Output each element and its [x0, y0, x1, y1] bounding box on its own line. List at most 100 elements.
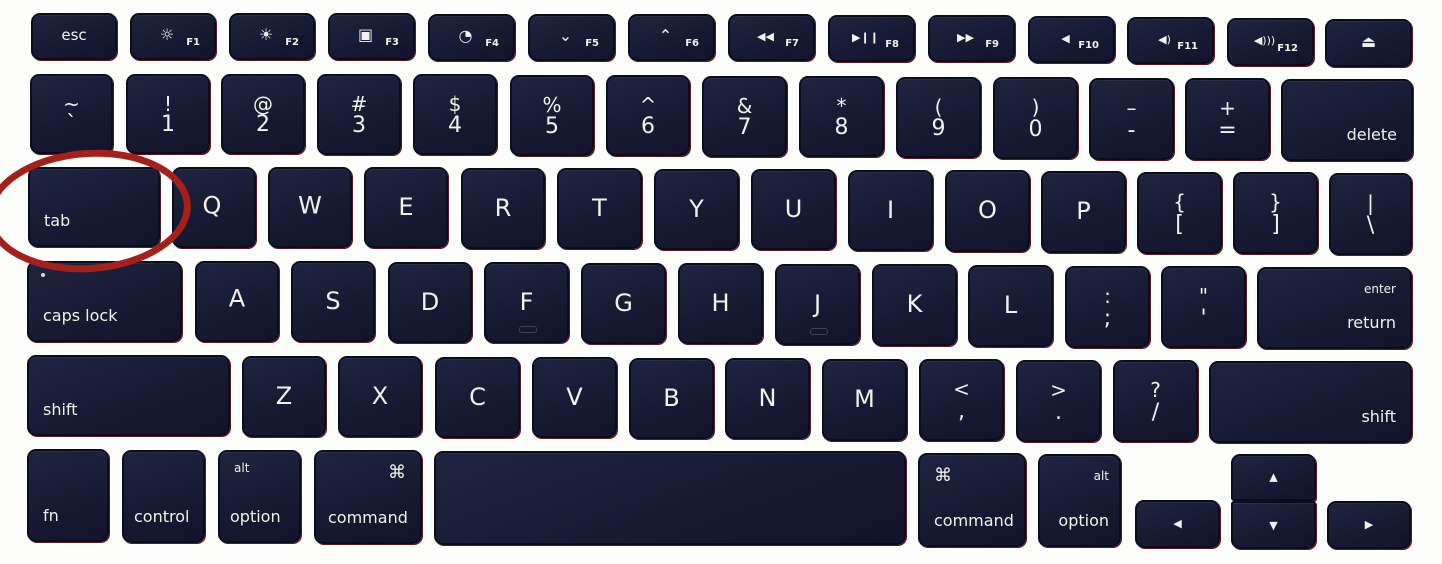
key-y[interactable]: Y: [654, 169, 739, 250]
key-n[interactable]: N: [725, 358, 810, 439]
key-g[interactable]: G: [581, 263, 666, 344]
key-quote[interactable]: " ': [1161, 266, 1246, 348]
key-t[interactable]: T: [557, 168, 642, 249]
key-left-bracket[interactable]: { [: [1137, 172, 1222, 254]
key-v[interactable]: V: [532, 357, 617, 438]
key-1[interactable]: ! 1: [126, 74, 210, 154]
key-option-left[interactable]: alt option: [218, 450, 301, 543]
key-b[interactable]: B: [629, 358, 714, 439]
key-fn-label: F6: [685, 38, 699, 49]
key-shift-label: !: [163, 92, 173, 116]
key-label: 6: [641, 114, 655, 139]
key-f6[interactable]: ⌃ F6: [628, 14, 715, 61]
key-minus[interactable]: – -: [1089, 78, 1174, 160]
key-r[interactable]: R: [461, 168, 545, 249]
key-a[interactable]: A: [195, 261, 279, 342]
key-9[interactable]: ( 9: [896, 77, 981, 158]
key-x[interactable]: X: [338, 356, 422, 437]
key-backslash[interactable]: | \: [1329, 173, 1412, 255]
key-f12[interactable]: ◀))) F12: [1227, 18, 1314, 66]
key-return[interactable]: enter return: [1257, 267, 1412, 349]
key-e[interactable]: E: [364, 167, 448, 248]
key-fn-label: F2: [285, 37, 299, 48]
key-equals[interactable]: + =: [1185, 78, 1270, 160]
key-option-right[interactable]: alt option: [1038, 454, 1121, 547]
key-space[interactable]: [434, 451, 906, 545]
key-shift-label: $: [448, 92, 462, 116]
key-label: S: [325, 286, 341, 315]
key-f[interactable]: F: [484, 262, 569, 343]
key-j[interactable]: J: [775, 264, 860, 345]
key-k[interactable]: K: [872, 264, 957, 346]
key-fn-label: F7: [785, 38, 799, 49]
key-c[interactable]: C: [435, 357, 520, 438]
key-alt-label: enter: [1363, 282, 1396, 296]
key-shift-left[interactable]: shift: [27, 355, 230, 436]
key-w[interactable]: W: [268, 167, 352, 248]
key-arrow-left[interactable]: ◀: [1135, 500, 1220, 548]
key-period[interactable]: > .: [1016, 360, 1101, 442]
key-p[interactable]: P: [1041, 171, 1126, 253]
key-control[interactable]: control: [122, 450, 205, 543]
key-s[interactable]: S: [291, 261, 375, 342]
key-0[interactable]: ) 0: [993, 77, 1078, 159]
key-f8[interactable]: ▶❙❙ F8: [828, 15, 915, 62]
key-arrow-up[interactable]: ▲: [1231, 454, 1316, 501]
key-f11[interactable]: ◀) F11: [1127, 17, 1214, 64]
key-esc[interactable]: esc: [31, 13, 117, 60]
key-7[interactable]: & 7: [702, 76, 787, 157]
key-fn-label: F10: [1078, 40, 1099, 51]
key-command-left[interactable]: ⌘ command: [314, 450, 422, 544]
key-fn[interactable]: fn: [27, 449, 109, 542]
key-f4[interactable]: ◔ F4: [428, 14, 515, 61]
key-f1[interactable]: ☼ F1: [130, 13, 216, 60]
key-right-bracket[interactable]: } ]: [1233, 172, 1318, 254]
key-shift-label: #: [350, 92, 368, 116]
key-tab[interactable]: tab: [28, 167, 160, 247]
key-5[interactable]: % 5: [510, 75, 594, 156]
key-f3[interactable]: ▣ F3: [328, 13, 415, 60]
key-shift-label: %: [542, 93, 562, 117]
key-f5[interactable]: ⌄ F5: [528, 14, 615, 61]
key-h[interactable]: H: [678, 263, 763, 344]
key-label: `: [66, 112, 77, 137]
key-label: 1: [161, 112, 175, 137]
key-label: option: [230, 507, 281, 526]
key-l[interactable]: L: [968, 265, 1053, 347]
arrow-down-icon: ▼: [1269, 519, 1278, 533]
key-label: V: [566, 382, 583, 411]
key-label: X: [371, 381, 389, 410]
key-6[interactable]: ^ 6: [606, 75, 690, 156]
key-shift-right[interactable]: shift: [1209, 361, 1412, 443]
key-shift-label: –: [1126, 96, 1137, 120]
key-eject[interactable]: ⏏: [1325, 19, 1412, 67]
key-label: fn: [43, 506, 59, 525]
key-m[interactable]: M: [822, 359, 907, 441]
key-8[interactable]: * 8: [799, 76, 884, 157]
key-4[interactable]: $ 4: [413, 74, 497, 155]
key-d[interactable]: D: [388, 262, 472, 343]
key-2[interactable]: @ 2: [221, 74, 305, 154]
key-shift-label: |: [1367, 191, 1374, 215]
key-delete[interactable]: delete: [1281, 79, 1413, 161]
arrow-left-icon: ◀: [1173, 516, 1182, 530]
key-command-right[interactable]: ⌘ command: [918, 453, 1026, 547]
key-arrow-right[interactable]: ▶: [1327, 501, 1411, 549]
key-i[interactable]: I: [848, 170, 933, 251]
key-f9[interactable]: ▶▶ F9: [928, 15, 1015, 62]
key-backtick[interactable]: ~ `: [30, 74, 113, 154]
key-q[interactable]: Q: [172, 167, 256, 248]
key-slash[interactable]: ? /: [1113, 360, 1198, 442]
key-z[interactable]: Z: [242, 356, 326, 437]
key-f7[interactable]: ◀◀ F7: [728, 14, 815, 61]
key-o[interactable]: O: [945, 170, 1030, 252]
key-comma[interactable]: < ,: [919, 359, 1004, 441]
key-arrow-down[interactable]: ▼: [1231, 501, 1316, 549]
key-u[interactable]: U: [751, 169, 836, 250]
key-f2[interactable]: ☀ F2: [229, 13, 315, 60]
key-semicolon[interactable]: : ;: [1065, 266, 1150, 348]
key-label: L: [1003, 290, 1018, 319]
key-3[interactable]: # 3: [317, 74, 401, 155]
key-caps-lock[interactable]: caps lock: [27, 261, 182, 342]
key-f10[interactable]: ◀ F10: [1028, 16, 1115, 63]
